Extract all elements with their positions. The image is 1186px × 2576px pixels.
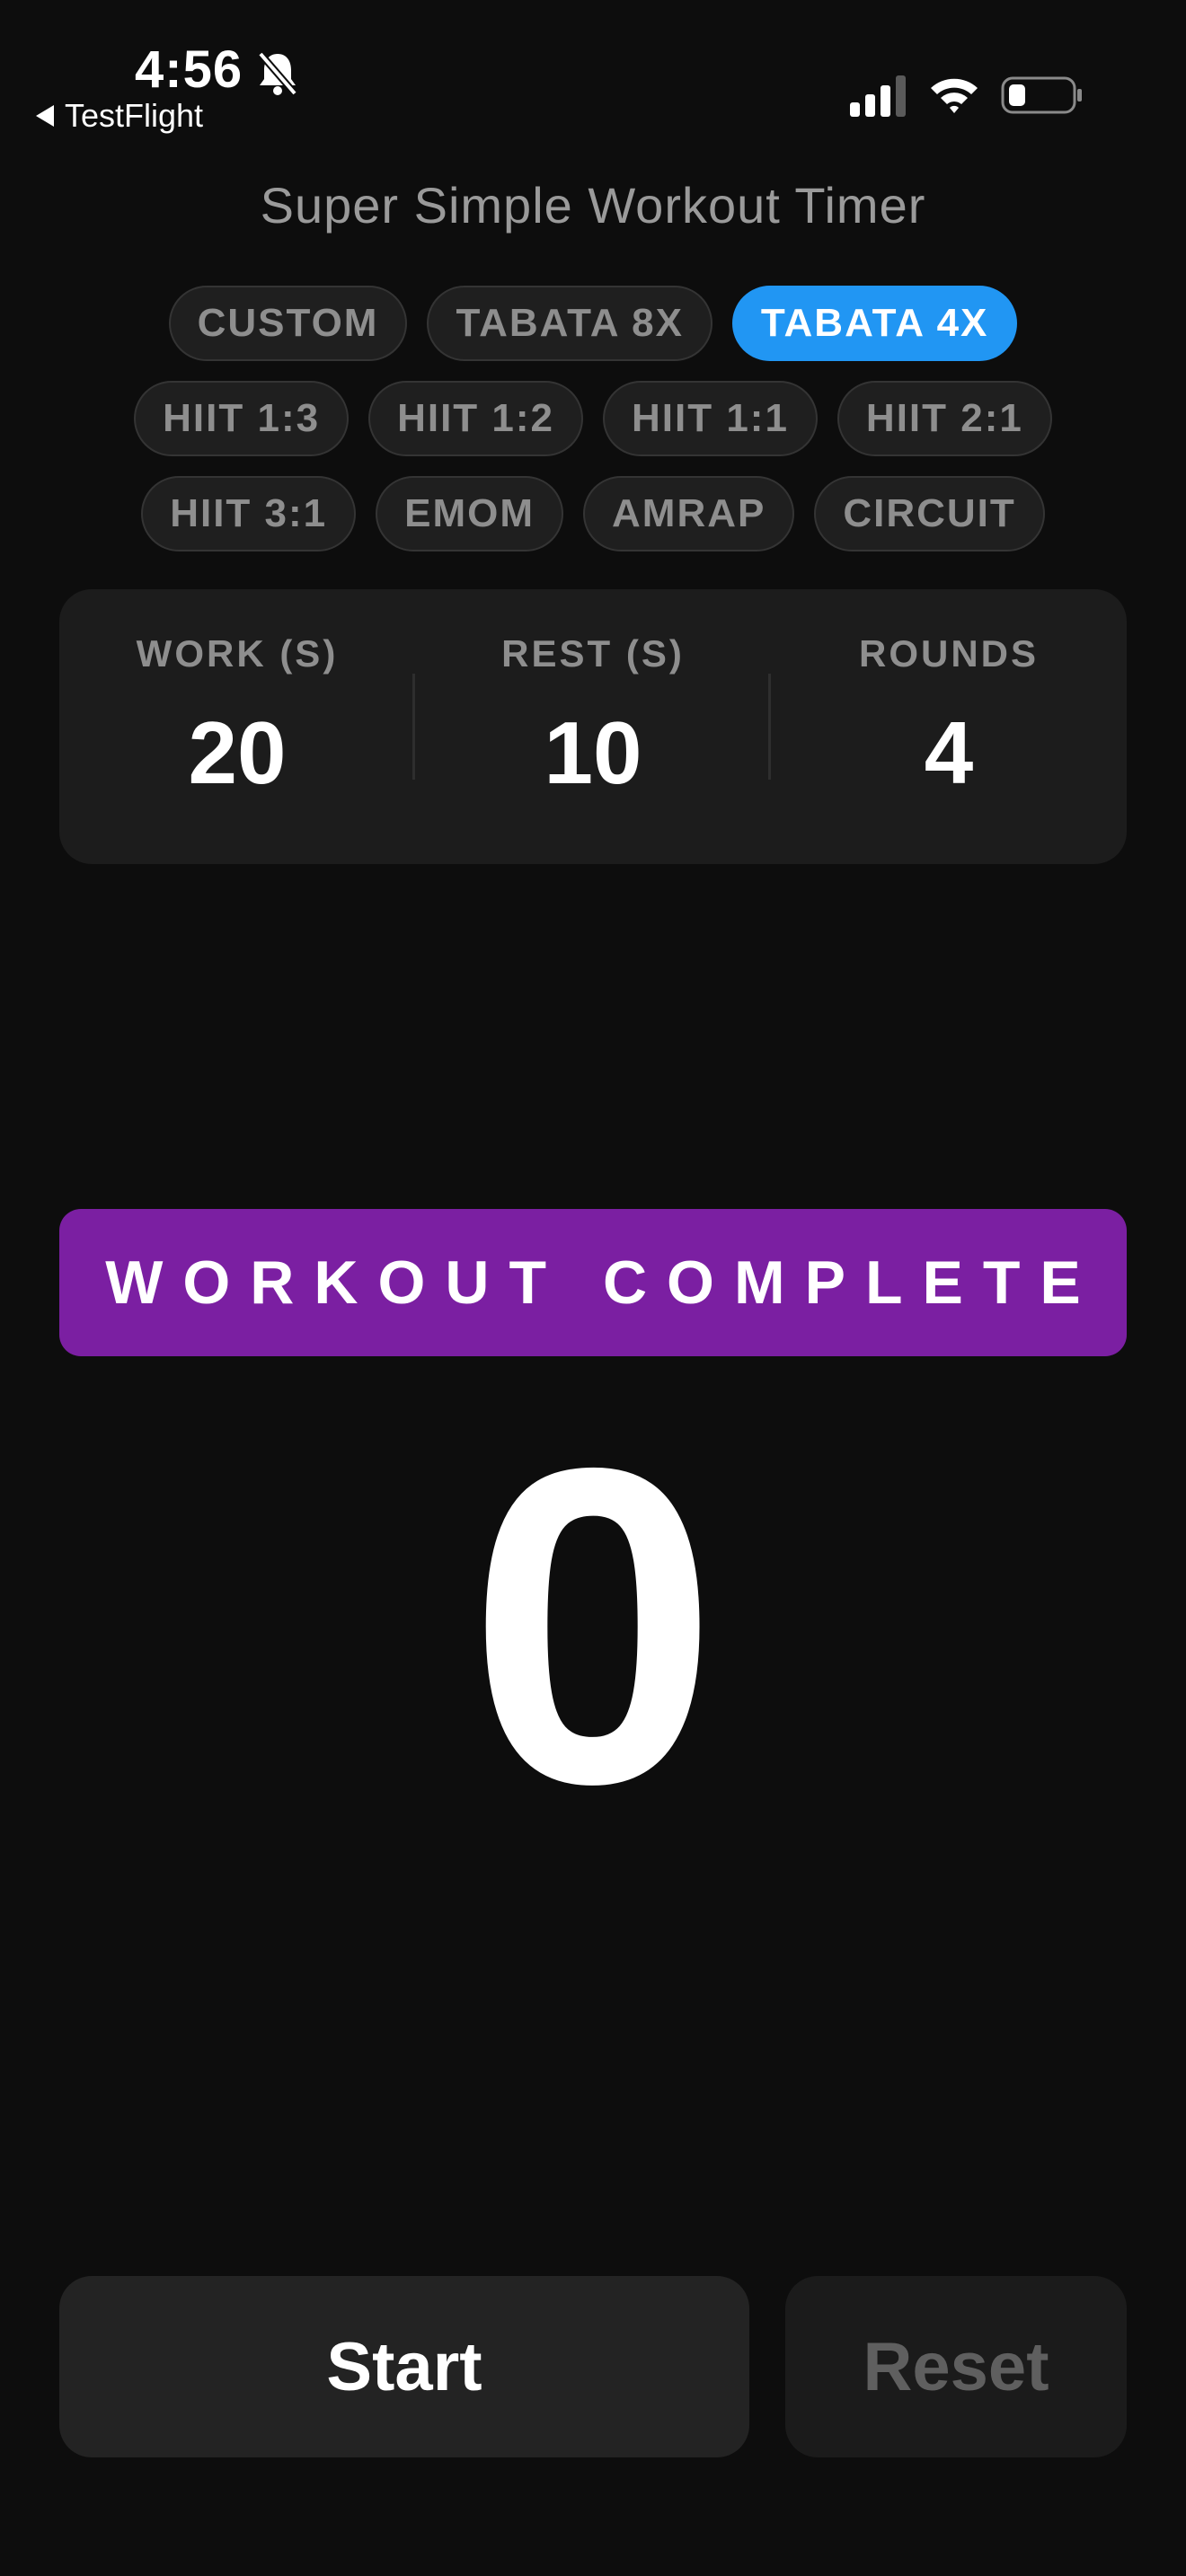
- preset-row-3: HIIT 3:1 EMOM AMRAP CIRCUIT: [0, 476, 1186, 551]
- preset-row-1: CUSTOM TABATA 8X TABATA 4X: [0, 286, 1186, 361]
- cellular-signal-icon: [850, 75, 906, 117]
- preset-hiit-1-2[interactable]: HIIT 1:2: [368, 381, 583, 456]
- status-time: 4:56: [135, 40, 243, 99]
- rounds-value[interactable]: 4: [925, 702, 974, 804]
- preset-row-2: HIIT 1:3 HIIT 1:2 HIIT 1:1 HIIT 2:1: [0, 381, 1186, 456]
- wifi-icon: [931, 78, 978, 113]
- rest-setting[interactable]: REST (S) 10: [415, 589, 771, 864]
- settings-card: WORK (S) 20 REST (S) 10 ROUNDS 4: [59, 589, 1127, 864]
- work-setting[interactable]: WORK (S) 20: [59, 589, 415, 864]
- back-to-testflight[interactable]: TestFlight: [36, 97, 203, 135]
- bell-slash-icon: [257, 51, 298, 96]
- preset-emom[interactable]: EMOM: [376, 476, 564, 551]
- workout-status-banner: WORKOUT COMPLETE: [59, 1209, 1127, 1356]
- rounds-setting[interactable]: ROUNDS 4: [771, 589, 1127, 864]
- preset-hiit-1-3[interactable]: HIIT 1:3: [134, 381, 350, 456]
- reset-button[interactable]: Reset: [785, 2276, 1127, 2457]
- rounds-label: ROUNDS: [858, 632, 1039, 675]
- work-value[interactable]: 20: [188, 702, 286, 804]
- back-label: TestFlight: [65, 97, 204, 134]
- preset-amrap[interactable]: AMRAP: [583, 476, 795, 551]
- preset-hiit-2-1[interactable]: HIIT 2:1: [836, 381, 1052, 456]
- preset-hiit-3-1[interactable]: HIIT 3:1: [141, 476, 357, 551]
- preset-tabata-8x[interactable]: TABATA 8X: [427, 286, 712, 361]
- preset-hiit-1-1[interactable]: HIIT 1:1: [603, 381, 818, 456]
- start-button[interactable]: Start: [59, 2276, 749, 2457]
- battery-icon: [1001, 76, 1082, 114]
- countdown-display: 0: [467, 1374, 719, 1876]
- rest-label: REST (S): [501, 632, 685, 675]
- back-arrow-icon: [36, 105, 54, 127]
- preset-tabata-4x[interactable]: TABATA 4X: [731, 286, 1018, 361]
- app-title: Super Simple Workout Timer: [260, 177, 926, 234]
- preset-circuit[interactable]: CIRCUIT: [814, 476, 1045, 551]
- work-label: WORK (S): [136, 632, 339, 675]
- rest-value[interactable]: 10: [544, 702, 642, 804]
- preset-custom[interactable]: CUSTOM: [168, 286, 408, 361]
